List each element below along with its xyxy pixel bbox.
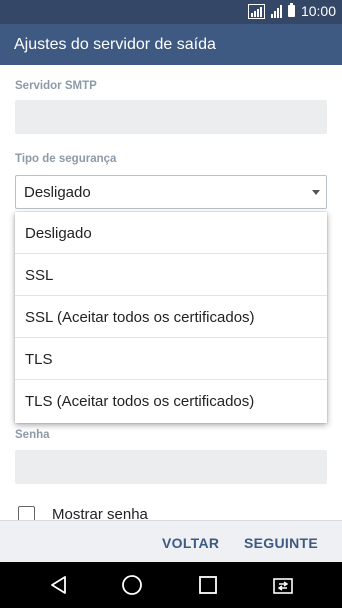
chevron-down-icon <box>312 190 320 195</box>
option-ssl[interactable]: SSL <box>15 254 327 296</box>
option-tls[interactable]: TLS <box>15 338 327 380</box>
security-label: Tipo de segurança <box>15 153 117 165</box>
back-button[interactable]: VOLTAR <box>162 535 219 551</box>
next-button[interactable]: SEGUINTE <box>244 535 318 551</box>
security-selected-value: Desligado <box>24 184 91 201</box>
smtp-label: Servidor SMTP <box>15 80 97 92</box>
signal-4g-icon <box>247 3 265 19</box>
status-time: 10:00 <box>300 3 336 19</box>
back-triangle-icon[interactable] <box>48 574 70 596</box>
page-title: Ajustes do servidor de saída <box>14 36 216 53</box>
smtp-input[interactable] <box>15 100 327 134</box>
home-circle-icon[interactable] <box>121 574 143 596</box>
signal-icon <box>270 4 282 18</box>
security-dropdown: Desligado SSL SSL (Aceitar todos os cert… <box>15 212 327 423</box>
security-select[interactable]: Desligado <box>15 175 327 209</box>
option-ssl-accept-all[interactable]: SSL (Aceitar todos os certificados) <box>15 296 327 338</box>
recents-square-icon[interactable] <box>197 574 219 596</box>
status-icons: 10:00 <box>247 3 336 19</box>
password-label: Senha <box>15 429 50 441</box>
dual-window-icon[interactable] <box>272 574 294 596</box>
bottom-actions: VOLTAR SEGUINTE <box>0 520 342 563</box>
option-desligado[interactable]: Desligado <box>15 212 327 254</box>
app-bar: Ajustes do servidor de saída <box>0 24 342 65</box>
battery-icon <box>287 3 295 17</box>
password-input[interactable] <box>15 450 327 484</box>
navigation-bar <box>0 562 342 608</box>
option-tls-accept-all[interactable]: TLS (Aceitar todos os certificados) <box>15 380 327 422</box>
status-bar: 10:00 <box>0 0 342 24</box>
